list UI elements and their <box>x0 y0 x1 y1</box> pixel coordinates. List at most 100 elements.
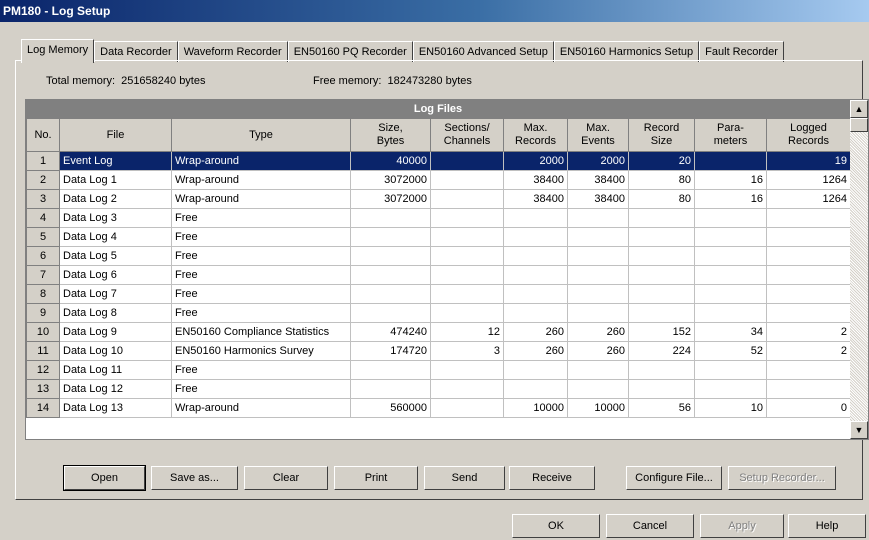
row-number[interactable]: 6 <box>26 246 60 266</box>
save-as-button[interactable]: Save as... <box>151 466 238 490</box>
table-cell[interactable]: Data Log 9 <box>59 322 172 342</box>
table-cell[interactable] <box>350 379 431 399</box>
table-row[interactable]: 1 Event Log Wrap-around 40000 2000 2000 20 19 <box>26 151 851 171</box>
table-cell[interactable]: Data Log 11 <box>59 360 172 380</box>
column-header[interactable]: Record Size <box>628 118 695 152</box>
table-cell[interactable] <box>503 379 568 399</box>
table-cell[interactable]: Data Log 10 <box>59 341 172 361</box>
table-cell[interactable] <box>628 303 695 323</box>
tab-fault-recorder[interactable]: Fault Recorder <box>699 41 784 62</box>
table-cell[interactable]: 2000 <box>503 151 568 171</box>
table-cell[interactable] <box>430 379 504 399</box>
setup-recorder-button[interactable]: Setup Recorder... <box>728 466 836 490</box>
table-row[interactable]: 14 Data Log 13 Wrap-around 560000 10000 10000… <box>26 398 851 418</box>
table-cell[interactable]: 16 <box>694 170 767 190</box>
row-number[interactable]: 4 <box>26 208 60 228</box>
table-cell[interactable] <box>628 360 695 380</box>
column-header[interactable]: Para- meters <box>694 118 767 152</box>
table-cell[interactable] <box>628 208 695 228</box>
table-cell[interactable]: Data Log 6 <box>59 265 172 285</box>
table-cell[interactable]: 560000 <box>350 398 431 418</box>
column-header[interactable]: Max. Records <box>503 118 568 152</box>
table-cell[interactable] <box>350 284 431 304</box>
scroll-up-arrow-icon[interactable]: ▲ <box>850 100 868 118</box>
table-cell[interactable]: Free <box>171 208 351 228</box>
table-cell[interactable]: 56 <box>628 398 695 418</box>
table-row[interactable]: 7 Data Log 6 Free <box>26 265 851 285</box>
window-titlebar[interactable]: PM180 - Log Setup <box>0 0 869 22</box>
table-row[interactable]: 8 Data Log 7 Free <box>26 284 851 304</box>
configure-file-button[interactable]: Configure File... <box>626 466 722 490</box>
tab-en50160-harmonics-setup[interactable]: EN50160 Harmonics Setup <box>553 41 700 62</box>
send-button[interactable]: Send <box>424 466 505 490</box>
table-cell[interactable]: 19 <box>766 151 851 171</box>
row-number[interactable]: 1 <box>26 151 60 171</box>
log-files-table[interactable]: No. File Type Size, Bytes Sections/ Channels… <box>26 118 851 418</box>
table-row[interactable]: 6 Data Log 5 Free <box>26 246 851 266</box>
table-row[interactable]: 13 Data Log 12 Free <box>26 379 851 399</box>
cancel-button[interactable]: Cancel <box>606 514 694 538</box>
table-cell[interactable] <box>350 303 431 323</box>
table-cell[interactable] <box>430 265 504 285</box>
table-cell[interactable] <box>350 360 431 380</box>
table-cell[interactable]: Data Log 7 <box>59 284 172 304</box>
table-cell[interactable]: 2000 <box>567 151 629 171</box>
table-cell[interactable] <box>766 284 851 304</box>
table-cell[interactable] <box>567 246 629 266</box>
table-cell[interactable] <box>766 360 851 380</box>
table-cell[interactable]: 1264 <box>766 189 851 209</box>
table-cell[interactable]: 38400 <box>503 170 568 190</box>
table-cell[interactable]: 3 <box>430 341 504 361</box>
open-button[interactable]: Open <box>63 465 146 491</box>
column-header[interactable]: No. <box>26 118 60 152</box>
table-row[interactable]: 4 Data Log 3 Free <box>26 208 851 228</box>
table-cell[interactable]: Free <box>171 227 351 247</box>
column-header[interactable]: Size, Bytes <box>350 118 431 152</box>
table-cell[interactable] <box>766 379 851 399</box>
receive-button[interactable]: Receive <box>509 466 595 490</box>
table-cell[interactable]: 3072000 <box>350 189 431 209</box>
log-files-grid[interactable]: Log Files No. File Type Size, Bytes Sections… <box>25 99 869 440</box>
tab-log-memory[interactable]: Log Memory <box>21 39 95 63</box>
table-cell[interactable]: 80 <box>628 189 695 209</box>
table-row[interactable]: 11 Data Log 10 EN50160 Harmonics Survey 174… <box>26 341 851 361</box>
column-header[interactable]: Max. Events <box>567 118 629 152</box>
table-cell[interactable] <box>628 265 695 285</box>
table-cell[interactable] <box>567 303 629 323</box>
row-number[interactable]: 2 <box>26 170 60 190</box>
table-cell[interactable] <box>694 246 767 266</box>
tab-waveform-recorder[interactable]: Waveform Recorder <box>177 41 288 62</box>
table-cell[interactable] <box>430 208 504 228</box>
table-cell[interactable]: Free <box>171 360 351 380</box>
table-cell[interactable]: Wrap-around <box>171 170 351 190</box>
row-number[interactable]: 7 <box>26 265 60 285</box>
row-number[interactable]: 11 <box>26 341 60 361</box>
row-number[interactable]: 13 <box>26 379 60 399</box>
table-cell[interactable] <box>567 208 629 228</box>
table-cell[interactable] <box>430 284 504 304</box>
table-cell[interactable] <box>694 379 767 399</box>
table-cell[interactable]: Wrap-around <box>171 151 351 171</box>
table-cell[interactable]: Data Log 8 <box>59 303 172 323</box>
table-cell[interactable] <box>766 208 851 228</box>
table-cell[interactable]: 20 <box>628 151 695 171</box>
table-cell[interactable] <box>350 227 431 247</box>
table-cell[interactable] <box>567 265 629 285</box>
table-cell[interactable]: 3072000 <box>350 170 431 190</box>
table-cell[interactable]: 260 <box>503 322 568 342</box>
table-cell[interactable] <box>503 303 568 323</box>
table-cell[interactable]: Event Log <box>59 151 172 171</box>
table-cell[interactable]: Free <box>171 379 351 399</box>
table-cell[interactable] <box>694 227 767 247</box>
table-row[interactable]: 9 Data Log 8 Free <box>26 303 851 323</box>
table-cell[interactable] <box>567 227 629 247</box>
row-number[interactable]: 10 <box>26 322 60 342</box>
table-row[interactable]: 2 Data Log 1 Wrap-around 3072000 38400 38400 8… <box>26 170 851 190</box>
table-cell[interactable]: Free <box>171 246 351 266</box>
table-cell[interactable] <box>503 284 568 304</box>
table-cell[interactable]: 34 <box>694 322 767 342</box>
row-number[interactable]: 3 <box>26 189 60 209</box>
table-cell[interactable] <box>766 246 851 266</box>
table-row[interactable]: 10 Data Log 9 EN50160 Compliance Statistic… <box>26 322 851 342</box>
table-cell[interactable] <box>350 246 431 266</box>
